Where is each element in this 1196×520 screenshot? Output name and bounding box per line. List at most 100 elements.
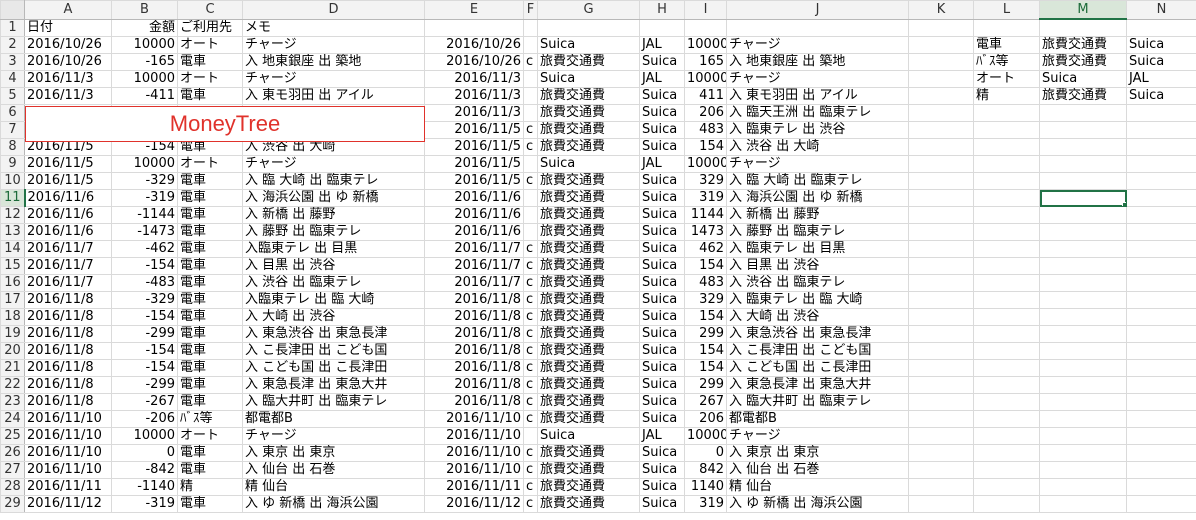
cell-k14[interactable] — [908, 240, 974, 258]
cell-b25[interactable]: 10000 — [111, 427, 178, 445]
cell-i22[interactable]: 299 — [684, 376, 727, 394]
cell-h23[interactable]: Suica — [639, 393, 685, 411]
cell-j28[interactable]: 精 仙台 — [726, 478, 909, 496]
cell-l2[interactable]: 電車 — [973, 36, 1040, 54]
cell-b15[interactable]: -154 — [111, 257, 178, 275]
cell-g19[interactable]: 旅費交通費 — [537, 325, 640, 343]
cell-h7[interactable]: Suica — [639, 121, 685, 139]
cell-l28[interactable] — [973, 478, 1040, 496]
row-header[interactable]: 15 — [0, 257, 25, 275]
cell-a3[interactable]: 2016/10/26 — [24, 53, 112, 71]
cell-m28[interactable] — [1039, 478, 1127, 496]
column-header-j[interactable]: J — [726, 0, 909, 20]
cell-h15[interactable]: Suica — [639, 257, 685, 275]
cell-c27[interactable]: 電車 — [177, 461, 243, 479]
cell-c16[interactable]: 電車 — [177, 274, 243, 292]
cell-l20[interactable] — [973, 342, 1040, 360]
cell-l4[interactable]: オート — [973, 70, 1040, 88]
column-header-c[interactable]: C — [177, 0, 243, 20]
cell-c28[interactable]: 精 — [177, 478, 243, 496]
cell-g16[interactable]: 旅費交通費 — [537, 274, 640, 292]
cell-e18[interactable]: 2016/11/8 — [424, 308, 524, 326]
cell-h26[interactable]: Suica — [639, 444, 685, 462]
cell-g22[interactable]: 旅費交通費 — [537, 376, 640, 394]
cell-h13[interactable]: Suica — [639, 223, 685, 241]
cell-h29[interactable]: Suica — [639, 495, 685, 513]
cell-f4[interactable] — [523, 70, 538, 88]
cell-i17[interactable]: 329 — [684, 291, 727, 309]
cell-b28[interactable]: -1140 — [111, 478, 178, 496]
column-header-f[interactable]: F — [523, 0, 538, 20]
cell-e3[interactable]: 2016/10/26 — [424, 53, 524, 71]
cell-e22[interactable]: 2016/11/8 — [424, 376, 524, 394]
cell-b18[interactable]: -154 — [111, 308, 178, 326]
cell-c10[interactable]: 電車 — [177, 172, 243, 190]
cell-e25[interactable]: 2016/11/10 — [424, 427, 524, 445]
row-header[interactable]: 10 — [0, 172, 25, 190]
cell-e17[interactable]: 2016/11/8 — [424, 291, 524, 309]
cell-e2[interactable]: 2016/10/26 — [424, 36, 524, 54]
cell-d11[interactable]: 入 海浜公園 出 ゆ 新橋 — [242, 189, 425, 207]
column-header-i[interactable]: I — [684, 0, 727, 20]
cell-a25[interactable]: 2016/11/10 — [24, 427, 112, 445]
cell-l15[interactable] — [973, 257, 1040, 275]
cell-h3[interactable]: Suica — [639, 53, 685, 71]
cell-j17[interactable]: 入 臨東テレ 出 臨 大崎 — [726, 291, 909, 309]
cell-f14[interactable]: c — [523, 240, 538, 258]
cell-h21[interactable]: Suica — [639, 359, 685, 377]
cell-c18[interactable]: 電車 — [177, 308, 243, 326]
cell-c11[interactable]: 電車 — [177, 189, 243, 207]
cell-g13[interactable]: 旅費交通費 — [537, 223, 640, 241]
column-header-h[interactable]: H — [639, 0, 685, 20]
cell-m21[interactable] — [1039, 359, 1127, 377]
cell-b29[interactable]: -319 — [111, 495, 178, 513]
cell-i12[interactable]: 1144 — [684, 206, 727, 224]
cell-g11[interactable]: 旅費交通費 — [537, 189, 640, 207]
cell-f19[interactable]: c — [523, 325, 538, 343]
cell-l26[interactable] — [973, 444, 1040, 462]
cell-h12[interactable]: Suica — [639, 206, 685, 224]
cell-g21[interactable]: 旅費交通費 — [537, 359, 640, 377]
cell-b2[interactable]: 10000 — [111, 36, 178, 54]
cell-k15[interactable] — [908, 257, 974, 275]
cell-f9[interactable] — [523, 155, 538, 173]
cell-i3[interactable]: 165 — [684, 53, 727, 71]
cell-j18[interactable]: 入 大崎 出 渋谷 — [726, 308, 909, 326]
cell-j4[interactable]: チャージ — [726, 70, 909, 88]
cell-a29[interactable]: 2016/11/12 — [24, 495, 112, 513]
cell-i11[interactable]: 319 — [684, 189, 727, 207]
cell-b21[interactable]: -154 — [111, 359, 178, 377]
cell-k29[interactable] — [908, 495, 974, 513]
cell-d12[interactable]: 入 新橋 出 藤野 — [242, 206, 425, 224]
cell-f15[interactable]: c — [523, 257, 538, 275]
column-header-b[interactable]: B — [111, 0, 178, 20]
row-header[interactable]: 14 — [0, 240, 25, 258]
cell-j2[interactable]: チャージ — [726, 36, 909, 54]
cell-b19[interactable]: -299 — [111, 325, 178, 343]
cell-d20[interactable]: 入 こ長津田 出 こども国 — [242, 342, 425, 360]
cell-e7[interactable]: 2016/11/5 — [424, 121, 524, 139]
cell-a23[interactable]: 2016/11/8 — [24, 393, 112, 411]
row-header[interactable]: 24 — [0, 410, 25, 428]
cell-n14[interactable] — [1126, 240, 1196, 258]
cell-i2[interactable]: 10000 — [684, 36, 727, 54]
cell-c14[interactable]: 電車 — [177, 240, 243, 258]
cell-n10[interactable] — [1126, 172, 1196, 190]
cell-d3[interactable]: 入 地東銀座 出 築地 — [242, 53, 425, 71]
cell-d17[interactable]: 入臨東テレ 出 臨 大崎 — [242, 291, 425, 309]
cell-k2[interactable] — [908, 36, 974, 54]
cell-e10[interactable]: 2016/11/5 — [424, 172, 524, 190]
cell-a11[interactable]: 2016/11/6 — [24, 189, 112, 207]
cell-k22[interactable] — [908, 376, 974, 394]
spreadsheet[interactable]: A B C D E F G H I J K L M N 1 日付 金額 ご利用先 メモ 2… — [0, 0, 1196, 520]
cell-i14[interactable]: 462 — [684, 240, 727, 258]
cell-a27[interactable]: 2016/11/10 — [24, 461, 112, 479]
cell-g24[interactable]: 旅費交通費 — [537, 410, 640, 428]
cell-n19[interactable] — [1126, 325, 1196, 343]
cell-e16[interactable]: 2016/11/7 — [424, 274, 524, 292]
cell-j19[interactable]: 入 東急渋谷 出 東急長津 — [726, 325, 909, 343]
cell-h27[interactable]: Suica — [639, 461, 685, 479]
cell-e29[interactable]: 2016/11/12 — [424, 495, 524, 513]
cell-j29[interactable]: 入 ゆ 新橋 出 海浜公園 — [726, 495, 909, 513]
cell-n1[interactable] — [1126, 18, 1196, 37]
